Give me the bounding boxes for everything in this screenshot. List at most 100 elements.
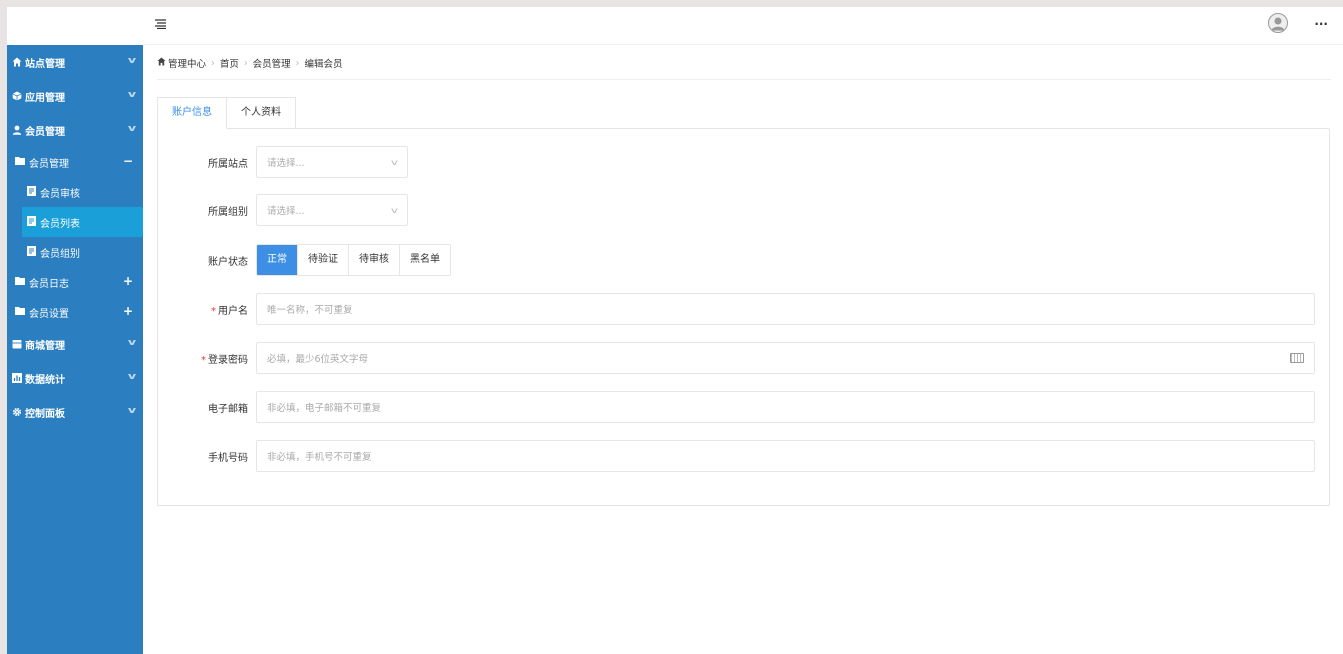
chevron-down-icon: v <box>391 157 399 167</box>
sidebar-subitem-label: 会员日志 <box>29 278 69 290</box>
password-label: * 登录密码 <box>158 351 256 366</box>
sidebar-subitem-label: 会员管理 <box>29 158 69 170</box>
form-card: 所属站点 请选择... v 所属组别 请选择... v 账户状态 正常 待验证 … <box>157 128 1330 506</box>
group-select-placeholder: 请选择... <box>267 206 305 217</box>
home-icon <box>11 57 23 67</box>
chevron-down-icon: v <box>127 56 137 66</box>
sidebar-leaf-member-groups[interactable]: 会员组别 <box>7 237 143 267</box>
tab-account-info[interactable]: 账户信息 <box>157 97 227 129</box>
sidebar-item-label: 会员管理 <box>25 126 65 138</box>
username-input[interactable]: 唯一名称，不可重复 <box>256 293 1315 325</box>
breadcrumb-item-current: 编辑会员 <box>304 59 343 70</box>
chevron-down-icon: v <box>127 90 137 100</box>
shop-icon <box>11 339 23 349</box>
sidebar: 站点管理 v 应用管理 v 会员管理 v 会员管理 − 会员审核 会员列表 会员… <box>7 45 143 654</box>
folder-icon <box>15 306 25 318</box>
top-header: ··· <box>143 7 1343 45</box>
chevron-down-icon: v <box>391 205 399 215</box>
home-icon <box>157 57 166 69</box>
required-mark: * <box>201 354 206 366</box>
form-row-phone: 手机号码 非必填，手机号不可重复 <box>158 440 1315 472</box>
password-input[interactable]: 必填，最少6位英文字母 <box>256 342 1315 374</box>
chevron-right-icon: › <box>295 57 300 69</box>
phone-placeholder: 非必填，手机号不可重复 <box>267 452 372 463</box>
email-input[interactable]: 非必填，电子邮箱不可重复 <box>256 391 1315 423</box>
hamburger-icon[interactable] <box>155 18 166 33</box>
user-avatar-icon[interactable] <box>1268 13 1288 33</box>
gear-icon <box>11 407 23 417</box>
chart-icon <box>11 373 23 383</box>
collapse-toggle[interactable]: − <box>123 154 133 168</box>
required-mark: * <box>211 305 216 317</box>
chevron-right-icon: › <box>211 57 215 69</box>
sidebar-item-member-management[interactable]: 会员管理 v <box>7 113 143 147</box>
sidebar-item-label: 站点管理 <box>25 58 65 70</box>
document-icon <box>27 245 36 259</box>
sidebar-item-label: 控制面板 <box>25 408 65 420</box>
tab-personal-profile[interactable]: 个人资料 <box>227 97 296 129</box>
sidebar-subitem-member-settings[interactable]: 会员设置 + <box>7 297 143 327</box>
form-row-group: 所属组别 请选择... v <box>158 194 408 226</box>
form-tabs: 账户信息 个人资料 <box>157 97 296 129</box>
logo-area <box>7 7 143 45</box>
phone-label: 手机号码 <box>208 452 248 464</box>
form-row-email: 电子邮箱 非必填，电子邮箱不可重复 <box>158 391 1315 423</box>
sidebar-item-label: 数据统计 <box>25 374 65 386</box>
cube-icon <box>11 91 23 101</box>
sidebar-leaf-label: 会员列表 <box>40 218 80 230</box>
sidebar-item-app-management[interactable]: 应用管理 v <box>7 79 143 113</box>
form-row-username: * 用户名 唯一名称，不可重复 <box>158 293 1315 325</box>
group-label: 所属组别 <box>208 206 248 218</box>
chevron-right-icon: › <box>243 57 248 69</box>
expand-toggle[interactable]: + <box>123 274 133 288</box>
more-dots-icon[interactable]: ··· <box>1314 17 1328 31</box>
email-placeholder: 非必填，电子邮箱不可重复 <box>267 403 382 414</box>
sidebar-item-label: 应用管理 <box>25 92 65 104</box>
sidebar-leaf-label: 会员审核 <box>40 188 80 200</box>
site-select-placeholder: 请选择... <box>267 158 305 169</box>
sidebar-leaf-label: 会员组别 <box>40 248 80 260</box>
status-option-pending-verify[interactable]: 待验证 <box>297 245 348 275</box>
breadcrumb: 管理中心 › 首页 › 会员管理 › 编辑会员 <box>157 56 343 70</box>
status-label: 账户状态 <box>208 256 248 268</box>
site-label: 所属站点 <box>208 158 248 170</box>
document-icon <box>27 185 36 199</box>
breadcrumb-item[interactable]: 首页 <box>220 56 239 70</box>
username-placeholder: 唯一名称，不可重复 <box>267 305 353 316</box>
sidebar-subitem-member-log[interactable]: 会员日志 + <box>7 267 143 297</box>
chevron-down-icon: v <box>127 372 137 382</box>
form-row-status: 账户状态 正常 待验证 待审核 黑名单 <box>158 244 451 276</box>
sidebar-leaf-member-list[interactable]: 会员列表 <box>22 207 143 237</box>
password-label-text: 登录密码 <box>208 354 248 366</box>
breadcrumb-item[interactable]: 管理中心 <box>168 56 206 70</box>
password-placeholder: 必填，最少6位英文字母 <box>267 354 369 365</box>
divider <box>157 79 1331 80</box>
app-frame: 站点管理 v 应用管理 v 会员管理 v 会员管理 − 会员审核 会员列表 会员… <box>7 7 1343 654</box>
phone-input[interactable]: 非必填，手机号不可重复 <box>256 440 1315 472</box>
sidebar-item-shop-management[interactable]: 商城管理 v <box>7 327 143 361</box>
keyboard-icon[interactable] <box>1290 353 1304 363</box>
group-select[interactable]: 请选择... v <box>256 194 408 226</box>
status-option-pending-review[interactable]: 待审核 <box>348 245 399 275</box>
status-option-normal[interactable]: 正常 <box>257 245 297 275</box>
sidebar-subitem-label: 会员设置 <box>29 308 69 320</box>
sidebar-item-site-management[interactable]: 站点管理 v <box>7 45 143 79</box>
folder-icon <box>15 276 25 288</box>
sidebar-item-statistics[interactable]: 数据统计 v <box>7 361 143 395</box>
sidebar-subitem-member-management[interactable]: 会员管理 − <box>7 147 143 177</box>
sidebar-item-control-panel[interactable]: 控制面板 v <box>7 395 143 429</box>
status-radio-group: 正常 待验证 待审核 黑名单 <box>256 244 451 276</box>
sidebar-leaf-member-review[interactable]: 会员审核 <box>7 177 143 207</box>
document-icon <box>27 215 36 229</box>
user-icon <box>11 125 23 135</box>
folder-icon <box>15 156 25 168</box>
chevron-down-icon: v <box>127 406 137 416</box>
status-option-blacklist[interactable]: 黑名单 <box>399 245 450 275</box>
breadcrumb-item[interactable]: 会员管理 <box>253 56 291 70</box>
username-label-text: 用户名 <box>218 305 248 317</box>
chevron-down-icon: v <box>127 338 137 348</box>
site-select[interactable]: 请选择... v <box>256 146 408 178</box>
username-label: * 用户名 <box>158 302 256 317</box>
expand-toggle[interactable]: + <box>123 304 133 318</box>
sidebar-item-label: 商城管理 <box>25 340 65 352</box>
